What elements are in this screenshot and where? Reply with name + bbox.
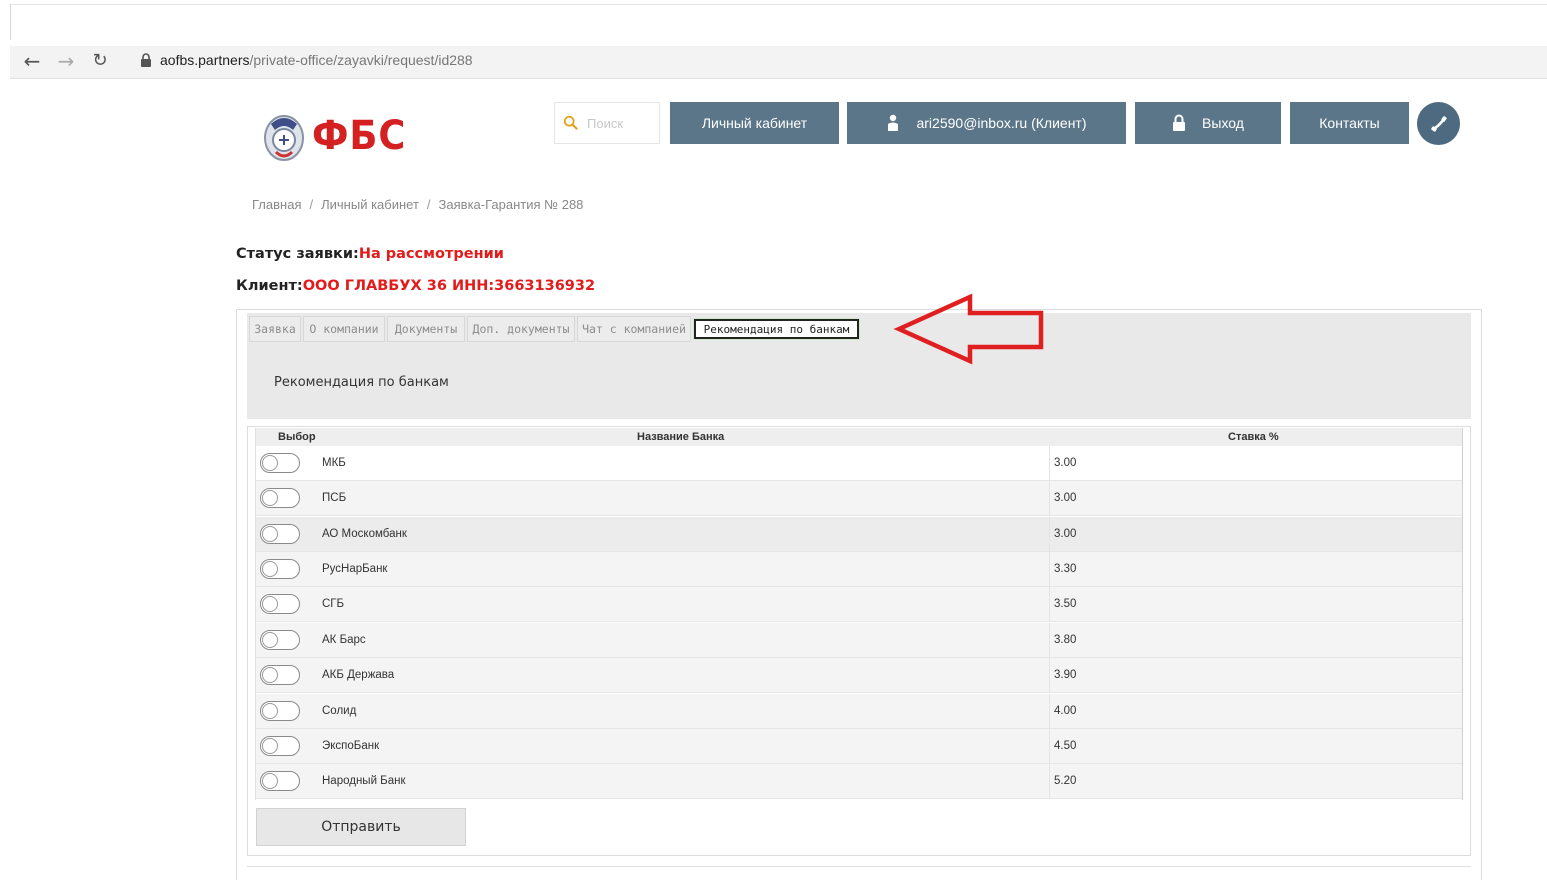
bank-rate: 3.00 bbox=[1054, 492, 1077, 504]
submit-button[interactable]: Отправить bbox=[256, 808, 466, 846]
section-heading: Рекомендация по банкам bbox=[274, 375, 449, 390]
bank-name: МКБ bbox=[322, 457, 346, 469]
table-row: Солид 4.00 bbox=[256, 694, 1462, 729]
user-icon bbox=[888, 114, 899, 131]
phone-icon bbox=[1430, 115, 1447, 132]
contacts-button[interactable]: Контакты bbox=[1290, 102, 1409, 144]
tab-company-chat[interactable]: Чат с компанией bbox=[577, 316, 691, 342]
bank-name: ПСБ bbox=[322, 492, 347, 504]
search-box[interactable] bbox=[554, 102, 660, 144]
bank-name: АКБ Держава bbox=[322, 669, 395, 681]
table-row: АК Барс 3.80 bbox=[256, 623, 1462, 658]
tab-documents[interactable]: Документы bbox=[387, 316, 465, 342]
tab-extra-documents[interactable]: Доп. документы bbox=[467, 316, 575, 342]
request-client: Клиент:ООО ГЛАВБУХ 36 ИНН:3663136932 bbox=[236, 278, 595, 294]
select-toggle[interactable] bbox=[260, 736, 300, 756]
tab-application[interactable]: Заявка bbox=[249, 316, 301, 342]
status-value: На рассмотрении bbox=[358, 246, 504, 262]
bank-rate: 3.90 bbox=[1054, 669, 1077, 681]
client-label: Клиент: bbox=[236, 278, 303, 294]
table-header: Выбор Название Банка Ставка % bbox=[256, 428, 1462, 446]
tab-bank-recommendation[interactable]: Рекомендация по банкам bbox=[693, 318, 860, 340]
site-logo[interactable]: ФБС bbox=[262, 108, 415, 164]
table-row: АКБ Держава 3.90 bbox=[256, 658, 1462, 693]
bank-rate: 3.00 bbox=[1054, 457, 1077, 469]
logout-button[interactable]: Выход bbox=[1135, 102, 1281, 144]
bank-rate: 4.50 bbox=[1054, 740, 1077, 752]
tab-about-company[interactable]: О компании bbox=[303, 316, 385, 342]
request-status: Статус заявки:На рассмотрении bbox=[236, 246, 504, 262]
breadcrumb-home[interactable]: Главная bbox=[252, 197, 301, 212]
search-input[interactable] bbox=[585, 114, 659, 132]
panel-bottom-divider bbox=[247, 866, 1471, 867]
personal-cabinet-button[interactable]: Личный кабинет bbox=[670, 102, 839, 144]
select-toggle[interactable] bbox=[260, 665, 300, 685]
header-rate: Ставка % bbox=[1228, 431, 1279, 443]
select-toggle[interactable] bbox=[260, 488, 300, 508]
select-toggle[interactable] bbox=[260, 701, 300, 721]
header-select: Выбор bbox=[278, 431, 316, 443]
bank-name: Солид bbox=[322, 705, 357, 717]
bank-name: АК Барс bbox=[322, 634, 366, 646]
forward-icon[interactable]: → bbox=[54, 50, 78, 72]
breadcrumb: Главная / Личный кабинет / Заявка-Гарантия №… bbox=[252, 197, 584, 212]
logout-label: Выход bbox=[1202, 115, 1244, 131]
breadcrumb-cabinet[interactable]: Личный кабинет bbox=[321, 197, 419, 212]
bank-name: СГБ bbox=[322, 598, 345, 610]
bank-rate: 4.00 bbox=[1054, 705, 1077, 717]
bank-rate: 3.80 bbox=[1054, 634, 1077, 646]
select-toggle[interactable] bbox=[260, 630, 300, 650]
table-row: ЭкспоБанк 4.50 bbox=[256, 729, 1462, 764]
browser-tab-strip bbox=[0, 0, 1547, 44]
bank-rate: 3.30 bbox=[1054, 563, 1077, 575]
back-icon[interactable]: ← bbox=[20, 50, 44, 72]
padlock-icon bbox=[1173, 114, 1186, 131]
search-icon bbox=[563, 115, 578, 130]
bank-name: Народный Банк bbox=[322, 775, 406, 787]
header-bank-name: Название Банка bbox=[637, 431, 725, 443]
table-row: Народный Банк 5.20 bbox=[256, 764, 1462, 799]
bank-rate: 5.20 bbox=[1054, 775, 1077, 787]
table-row: АО Москомбанк 3.00 bbox=[256, 517, 1462, 552]
user-account-button[interactable]: ari2590@inbox.ru (Клиент) bbox=[847, 102, 1126, 144]
select-toggle[interactable] bbox=[260, 453, 300, 473]
red-arrow-annotation bbox=[893, 293, 1044, 365]
table-row: СГБ 3.50 bbox=[256, 587, 1462, 622]
bank-name: ЭкспоБанк bbox=[322, 740, 380, 752]
table-row: ПСБ 3.00 bbox=[256, 481, 1462, 516]
user-email-label: ari2590@inbox.ru (Клиент) bbox=[916, 115, 1087, 131]
select-toggle[interactable] bbox=[260, 524, 300, 544]
contacts-label: Контакты bbox=[1319, 115, 1380, 131]
url-text[interactable]: aofbs.partners/private-office/zayavki/re… bbox=[160, 51, 473, 69]
phone-button[interactable] bbox=[1417, 102, 1460, 145]
bank-rate: 3.00 bbox=[1054, 528, 1077, 540]
select-toggle[interactable] bbox=[260, 594, 300, 614]
lock-icon bbox=[141, 53, 151, 67]
status-label: Статус заявки: bbox=[236, 246, 359, 262]
emblem-icon bbox=[264, 115, 304, 161]
table-row: РусНарБанк 3.30 bbox=[256, 552, 1462, 587]
bank-name: РусНарБанк bbox=[322, 563, 388, 575]
bank-name: АО Москомбанк bbox=[322, 528, 407, 540]
client-value: ООО ГЛАВБУХ 36 ИНН:3663136932 bbox=[302, 278, 596, 294]
logo-text: ФБС bbox=[312, 113, 407, 159]
breadcrumb-current: Заявка-Гарантия № 288 bbox=[438, 197, 584, 212]
reload-icon[interactable]: ↻ bbox=[88, 50, 112, 72]
bank-rate: 3.50 bbox=[1054, 598, 1077, 610]
table-row: МКБ 3.00 bbox=[256, 446, 1462, 481]
select-toggle[interactable] bbox=[260, 559, 300, 579]
personal-cabinet-label: Личный кабинет bbox=[701, 115, 808, 131]
select-toggle[interactable] bbox=[260, 771, 300, 791]
